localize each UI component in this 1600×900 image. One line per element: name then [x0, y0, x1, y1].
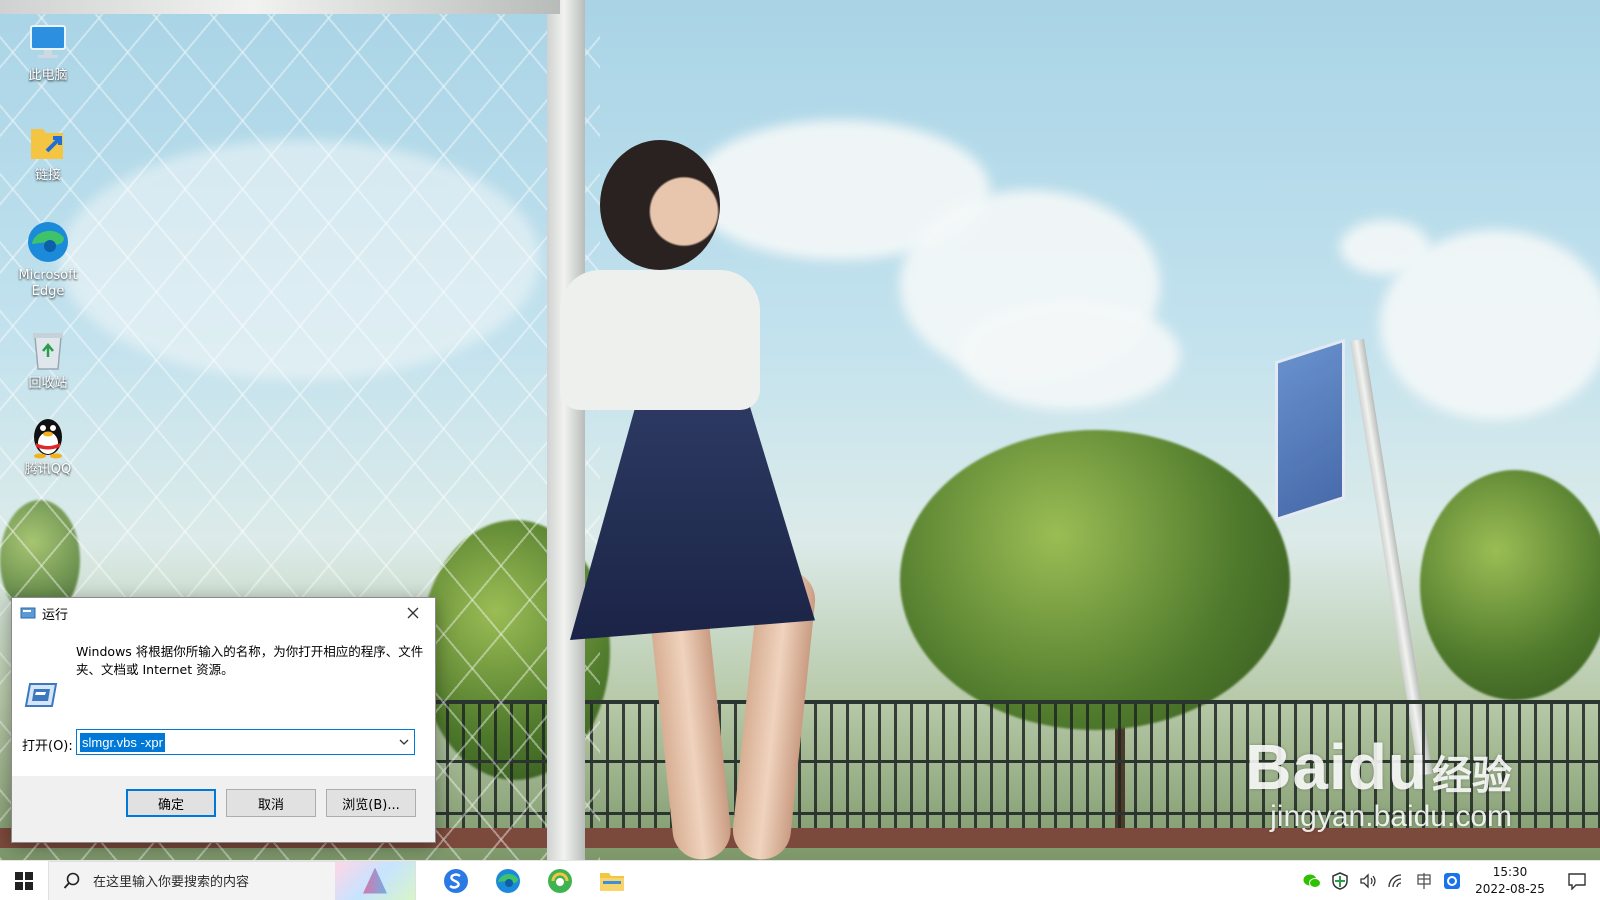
chevron-down-icon[interactable] [398, 737, 410, 747]
edge-icon [26, 220, 70, 264]
run-description: Windows 将根据你所输入的名称，为你打开相应的程序、文件夹、文档或 Int… [76, 644, 424, 677]
app-tray-icon [1444, 873, 1460, 889]
run-command-input[interactable]: slmgr.vbs -xpr [80, 733, 165, 752]
wechat-icon [1303, 874, 1321, 888]
browse-button[interactable]: 浏览(B)... [326, 789, 416, 817]
tray-network[interactable] [1382, 861, 1410, 900]
baidu-watermark: Baidu 经验 jingyan.baidu.com [1245, 730, 1512, 834]
open-label: 打开(O): [22, 739, 73, 754]
tray-wechat[interactable] [1298, 861, 1326, 900]
security-shield-icon [1332, 872, 1348, 890]
desktop-icon-label: 此电脑 [28, 68, 68, 83]
close-icon [407, 607, 419, 619]
network-icon [1388, 874, 1402, 888]
desktop-icon-edge[interactable]: Microsoft Edge [8, 220, 88, 300]
desktop-icon-label: Microsoft Edge [18, 268, 78, 299]
action-center-button[interactable] [1554, 861, 1600, 900]
desktop-icon-label: 回收站 [28, 376, 68, 391]
taskbar-clock[interactable]: 15:30 2022-08-25 [1466, 861, 1554, 900]
watermark-logo: Bai [1245, 731, 1348, 803]
tray-ime[interactable] [1410, 861, 1438, 900]
close-button[interactable] [391, 598, 435, 628]
run-app-icon [20, 607, 36, 619]
cancel-button[interactable]: 取消 [226, 789, 316, 817]
desktop-icon-label: 链接 [34, 168, 61, 183]
tray-volume[interactable] [1354, 861, 1382, 900]
run-dialog: 运行 Windows 将根据你所输入的名称，为你打开相应的程序、文件夹、文档或 … [11, 597, 436, 843]
taskbar-search-box[interactable]: 在这里输入你要搜索的内容 [48, 860, 416, 900]
system-tray: 15:30 2022-08-25 [1298, 861, 1600, 900]
ime-icon [1417, 873, 1431, 889]
run-dialog-title: 运行 [42, 607, 69, 623]
links-folder-icon [26, 120, 70, 164]
desktop-icon-qq[interactable]: 腾讯QQ [8, 414, 88, 478]
360-browser-icon [548, 868, 572, 893]
clock-time: 15:30 [1492, 865, 1528, 879]
tray-security[interactable] [1326, 861, 1354, 900]
run-dialog-body: Windows 将根据你所输入的名称，为你打开相应的程序、文件夹、文档或 Int… [12, 628, 435, 776]
qq-icon [26, 414, 70, 459]
desktop-icon-links[interactable]: 链接 [8, 120, 88, 184]
recycle-bin-icon [26, 328, 70, 372]
desktop-icon-this-pc[interactable]: 此电脑 [8, 20, 88, 84]
windows-logo-icon [15, 871, 33, 890]
taskbar: 在这里输入你要搜索的内容 15:30 2022-08-25 [0, 860, 1600, 900]
search-highlight-image [335, 861, 415, 900]
run-dialog-titlebar[interactable]: 运行 [12, 598, 435, 628]
run-program-icon [24, 683, 58, 707]
search-placeholder: 在这里输入你要搜索的内容 [93, 875, 250, 890]
this-pc-icon [26, 20, 70, 64]
watermark-logo-mid: du [1347, 731, 1428, 803]
clock-date: 2022-08-25 [1475, 882, 1545, 896]
search-icon [63, 872, 80, 889]
sogou-browser-icon [444, 868, 468, 893]
watermark-logo-sub: 经验 [1432, 754, 1512, 798]
run-command-combobox[interactable]: slmgr.vbs -xpr [76, 729, 415, 755]
edge-icon [496, 868, 520, 893]
tray-app[interactable] [1438, 861, 1466, 900]
volume-icon [1360, 873, 1376, 889]
notification-icon [1568, 873, 1586, 890]
taskbar-app-sogou-browser[interactable] [430, 861, 482, 900]
start-button[interactable] [0, 861, 48, 900]
file-explorer-icon [600, 872, 624, 891]
taskbar-app-file-explorer[interactable] [586, 861, 638, 900]
taskbar-app-edge[interactable] [482, 861, 534, 900]
watermark-url: jingyan.baidu.com [1270, 800, 1512, 833]
desktop-icon-label: 腾讯QQ [24, 462, 72, 477]
desktop-icon-recycle-bin[interactable]: 回收站 [8, 328, 88, 392]
ok-button[interactable]: 确定 [126, 789, 216, 817]
taskbar-app-360-browser[interactable] [534, 861, 586, 900]
